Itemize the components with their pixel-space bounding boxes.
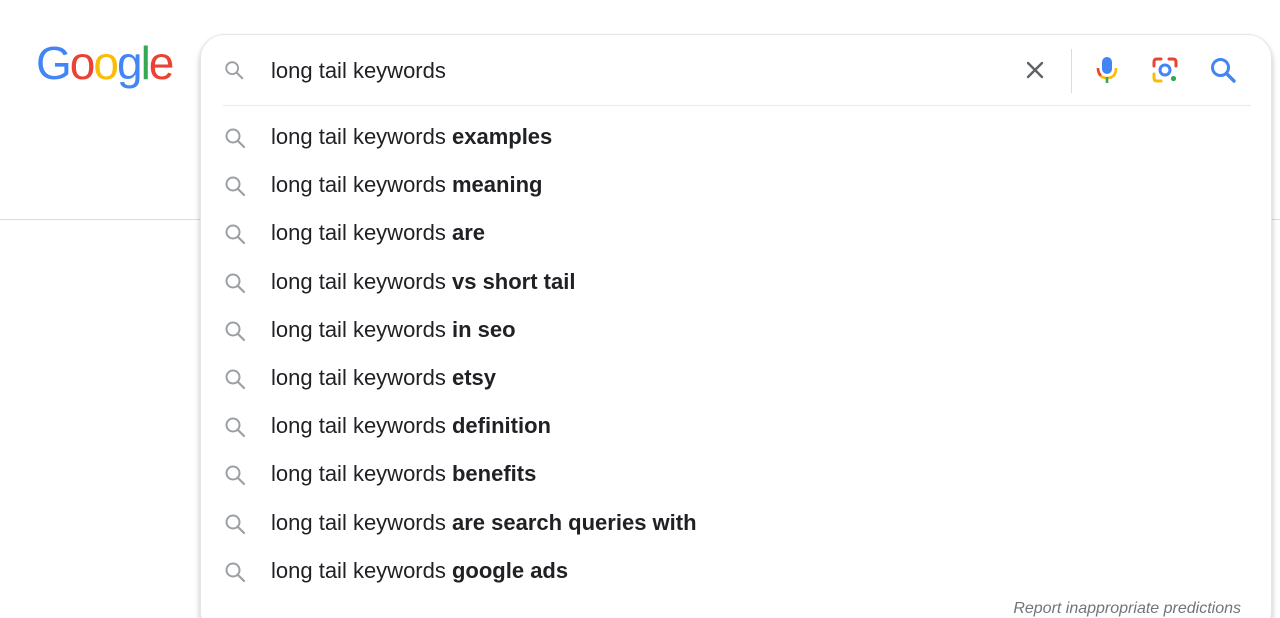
suggestion-completion: etsy: [451, 364, 497, 390]
search-bar: [201, 35, 1271, 105]
suggestion-text: long tail keywords vs short tail: [271, 268, 575, 296]
suggestion-text: long tail keywords in seo: [271, 316, 516, 344]
suggestion-item[interactable]: long tail keywords meaning: [201, 161, 1271, 209]
suggestion-completion: benefits: [451, 461, 537, 487]
search-submit-button[interactable]: [1207, 54, 1239, 86]
search-icon: [225, 61, 244, 80]
suggestion-item[interactable]: long tail keywords vs short tail: [201, 258, 1271, 306]
suggestion-completion: vs short tail: [451, 268, 576, 294]
suggestion-item[interactable]: long tail keywords are: [201, 209, 1271, 257]
voice-search-button[interactable]: [1091, 54, 1123, 86]
suggestion-item[interactable]: long tail keywords google ads: [201, 547, 1271, 595]
suggestion-text: long tail keywords definition: [271, 412, 551, 440]
suggestion-list: long tail keywords examples long tail ke…: [201, 113, 1271, 595]
search-icon: [225, 514, 246, 534]
microphone-icon: [1096, 57, 1118, 83]
search-icon: [1211, 58, 1236, 83]
search-icon: [225, 369, 246, 390]
suggestion-completion: examples: [451, 124, 553, 149]
search-icon: [225, 465, 246, 486]
suggestion-completion: are search queries with: [451, 509, 697, 535]
lens-camera-icon: [1152, 57, 1178, 83]
logo-letter: o: [69, 37, 96, 89]
suggestion-text: long tail keywords etsy: [271, 364, 496, 392]
toolbar-divider: [1071, 49, 1072, 93]
search-icon: [225, 224, 246, 245]
suggestion-item[interactable]: long tail keywords definition: [201, 402, 1271, 450]
suggestion-completion: meaning: [451, 172, 543, 198]
logo-letter: o: [93, 37, 119, 89]
suggestion-item[interactable]: long tail keywords benefits: [201, 450, 1271, 498]
suggestion-text: long tail keywords google ads: [271, 557, 568, 585]
suggestion-completion: are: [451, 220, 486, 246]
suggestion-prefix: long tail keywords: [271, 413, 452, 439]
suggestion-prefix: long tail keywords: [271, 316, 452, 342]
suggestion-prefix: long tail keywords: [271, 557, 452, 583]
lens-search-button[interactable]: [1149, 54, 1181, 86]
logo-letter: g: [116, 37, 143, 89]
search-icon: [225, 176, 246, 197]
search-divider: [223, 105, 1251, 106]
suggestion-item[interactable]: long tail keywords examples: [201, 113, 1271, 161]
suggestion-prefix: long tail keywords: [271, 364, 452, 390]
suggestion-completion: in seo: [451, 316, 516, 342]
suggestion-text: long tail keywords are search queries wi…: [271, 509, 697, 537]
google-logo[interactable]: Google: [36, 37, 175, 89]
suggestion-item[interactable]: long tail keywords are search queries wi…: [201, 499, 1271, 547]
suggestion-item[interactable]: long tail keywords in seo: [201, 306, 1271, 354]
logo-letter: l: [140, 37, 151, 89]
page: Google long tail keywords long tail keyw…: [0, 0, 1280, 618]
suggestion-text: long tail keywords meaning: [271, 171, 542, 199]
suggestion-completion: google ads: [451, 557, 569, 583]
close-icon: [1026, 61, 1044, 79]
suggestion-text: long tail keywords examples: [271, 123, 552, 151]
clear-search-button[interactable]: [1019, 54, 1051, 86]
suggestion-prefix: long tail keywords: [271, 220, 452, 246]
report-predictions-link[interactable]: Report inappropriate predictions: [1013, 600, 1241, 618]
search-icon: [225, 128, 246, 149]
suggestion-item[interactable]: long tail keywords etsy: [201, 354, 1271, 402]
search-input[interactable]: [271, 57, 971, 85]
logo-letter: G: [36, 37, 72, 89]
suggestion-prefix: long tail keywords: [271, 172, 452, 198]
search-panel: long tail keywords examples long tail ke…: [200, 34, 1272, 618]
suggestion-completion: definition: [451, 413, 551, 439]
search-icon: [225, 417, 246, 438]
suggestion-prefix: long tail keywords: [271, 461, 452, 487]
suggestion-text: long tail keywords are: [271, 219, 485, 247]
logo-letter: e: [148, 37, 175, 89]
search-icon: [225, 321, 246, 341]
search-icon: [225, 562, 246, 582]
suggestion-text: long tail keywords benefits: [271, 460, 536, 488]
search-icon: [225, 273, 246, 293]
suggestion-prefix: long tail keywords: [271, 268, 452, 294]
suggestion-prefix: long tail keywords: [271, 509, 452, 535]
suggestion-prefix: long tail keywords: [271, 124, 452, 149]
